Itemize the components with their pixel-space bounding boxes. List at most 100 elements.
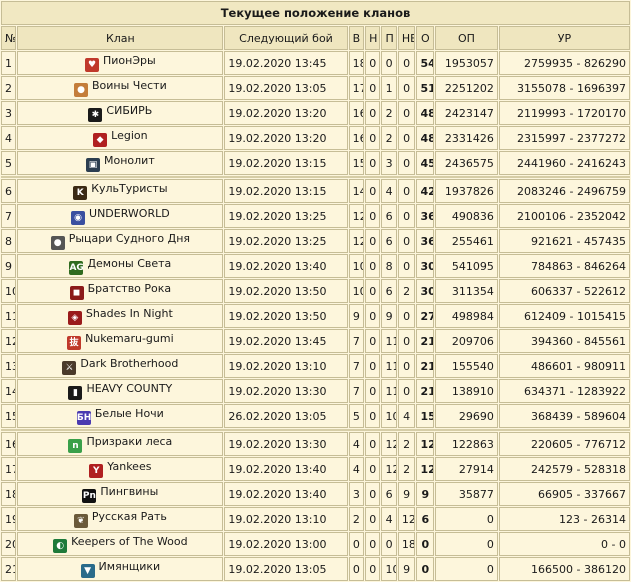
clan-cell[interactable]: ● Рыцари Судного Дня — [17, 229, 224, 253]
no-shows: 9 — [397, 482, 416, 506]
clan-standings-table: Текущее положение кланов № Клан Следующи… — [0, 0, 631, 582]
next-battle: 19.02.2020 13:15 — [224, 179, 348, 203]
op-value: 498984 — [435, 304, 498, 328]
clan-cell[interactable]: ▣ Монолит — [17, 151, 224, 175]
points: 12 — [416, 432, 435, 456]
clan-name[interactable]: Братство Рока — [88, 282, 172, 295]
points: 0 — [416, 532, 435, 556]
row-number: 20 — [1, 532, 17, 556]
clan-name[interactable]: СИБИРЬ — [106, 104, 152, 117]
clan-cell[interactable]: ▮ HEAVY COUNTY — [17, 379, 224, 403]
clan-cell[interactable]: ◉ UNDERWORLD — [17, 204, 224, 228]
next-battle: 19.02.2020 13:00 — [224, 532, 348, 556]
next-battle: 19.02.2020 13:30 — [224, 432, 348, 456]
clan-cell[interactable]: K КульТуристы — [17, 179, 224, 203]
clan-name[interactable]: Белые Ночи — [95, 407, 164, 420]
table-header-row: № Клан Следующий бой В Н П НВ О ОП УР — [1, 26, 630, 50]
op-value: 1953057 — [435, 51, 498, 75]
draws: 0 — [365, 151, 381, 175]
no-shows: 0 — [397, 304, 416, 328]
clan-name[interactable]: Legion — [111, 129, 147, 142]
op-value: 1937826 — [435, 179, 498, 203]
no-shows: 0 — [397, 76, 416, 100]
clan-name[interactable]: Nukemaru-gumi — [85, 332, 174, 345]
draws: 0 — [365, 229, 381, 253]
green-leaf-icon: ◐ — [53, 539, 68, 553]
no-shows: 0 — [397, 101, 416, 125]
clan-cell[interactable]: ⚔ Dark Brotherhood — [17, 354, 224, 378]
clan-name[interactable]: КульТуристы — [91, 182, 167, 195]
table-row: 2●Воины Чести19.02.2020 13:0517010512251… — [1, 76, 630, 100]
clan-name[interactable]: Монолит — [104, 154, 155, 167]
clan-cell[interactable]: ◆ Legion — [17, 126, 224, 150]
clan-name[interactable]: Имянщики — [99, 560, 161, 573]
clan-name[interactable]: UNDERWORLD — [89, 207, 170, 220]
table-row: 14▮HEAVY COUNTY19.02.2020 13:30701102113… — [1, 379, 630, 403]
header-wins: В — [348, 26, 365, 50]
row-number: 15 — [1, 404, 17, 428]
clan-name[interactable]: Пингвины — [100, 485, 158, 498]
draws: 0 — [365, 329, 381, 353]
clan-cell[interactable]: ♥ ПионЭры — [17, 51, 224, 75]
losses: 11 — [381, 379, 397, 403]
ur-range: 166500 - 386120 — [498, 557, 630, 581]
table-title: Текущее положение кланов — [1, 1, 630, 25]
clan-cell[interactable]: Pn Пингвины — [17, 482, 224, 506]
clan-cell[interactable]: ❦ Русская Рать — [17, 507, 224, 531]
op-value: 541095 — [435, 254, 498, 278]
clan-cell[interactable]: БН Белые Ночи — [17, 404, 224, 428]
ur-range: 2083246 - 2496759 — [498, 179, 630, 203]
row-number: 7 — [1, 204, 17, 228]
no-shows: 2 — [397, 279, 416, 303]
clan-name[interactable]: Демоны Света — [87, 257, 171, 270]
clan-name[interactable]: Dark Brotherhood — [80, 357, 178, 370]
no-shows: 0 — [397, 354, 416, 378]
draws: 0 — [365, 204, 381, 228]
points: 21 — [416, 329, 435, 353]
no-shows: 0 — [397, 254, 416, 278]
clan-cell[interactable]: 抜 Nukemaru-gumi — [17, 329, 224, 353]
clan-cell[interactable]: n Призраки леса — [17, 432, 224, 456]
losses: 11 — [381, 329, 397, 353]
clan-cell[interactable]: ◼ Братство Рока — [17, 279, 224, 303]
row-number: 2 — [1, 76, 17, 100]
clan-cell[interactable]: ✱ СИБИРЬ — [17, 101, 224, 125]
points: 21 — [416, 379, 435, 403]
next-battle: 19.02.2020 13:40 — [224, 482, 348, 506]
op-value: 155540 — [435, 354, 498, 378]
no-shows: 9 — [397, 557, 416, 581]
clan-name[interactable]: ПионЭры — [103, 54, 156, 67]
header-clan: Клан — [17, 26, 224, 50]
no-shows: 0 — [397, 229, 416, 253]
clan-cell[interactable]: ◐ Keepers of The Wood — [17, 532, 224, 556]
clan-cell[interactable]: ▼ Имянщики — [17, 557, 224, 581]
clan-name[interactable]: Призраки леса — [86, 435, 172, 448]
clan-name[interactable]: Keepers of The Wood — [71, 535, 187, 548]
wins: 10 — [348, 254, 365, 278]
wins: 4 — [348, 457, 365, 481]
clan-name[interactable]: Русская Рать — [92, 510, 167, 523]
night-emblem-icon: ◈ — [67, 311, 82, 325]
no-shows: 0 — [397, 179, 416, 203]
losses: 0 — [381, 51, 397, 75]
clan-name[interactable]: Yankees — [107, 460, 151, 473]
table-row: 10◼Братство Рока19.02.2020 13:5010062303… — [1, 279, 630, 303]
clan-cell[interactable]: AG Демоны Света — [17, 254, 224, 278]
clan-name[interactable]: HEAVY COUNTY — [86, 382, 172, 395]
clan-name[interactable]: Shades In Night — [86, 307, 173, 320]
row-number: 6 — [1, 179, 17, 203]
table-row: 21▼Имянщики19.02.2020 13:050010900166500… — [1, 557, 630, 581]
ur-range: 0 - 0 — [498, 532, 630, 556]
ur-range: 66905 - 337667 — [498, 482, 630, 506]
op-value: 0 — [435, 532, 498, 556]
op-value: 29690 — [435, 404, 498, 428]
clan-cell[interactable]: Y Yankees — [17, 457, 224, 481]
points: 30 — [416, 279, 435, 303]
clan-cell[interactable]: ● Воины Чести — [17, 76, 224, 100]
clan-name[interactable]: Рыцари Судного Дня — [69, 232, 190, 245]
table-row: 15БНБелые Ночи26.02.2020 13:055010415296… — [1, 404, 630, 428]
clan-name[interactable]: Воины Чести — [92, 79, 167, 92]
next-battle: 26.02.2020 13:05 — [224, 404, 348, 428]
clan-cell[interactable]: ◈ Shades In Night — [17, 304, 224, 328]
header-number: № — [1, 26, 17, 50]
